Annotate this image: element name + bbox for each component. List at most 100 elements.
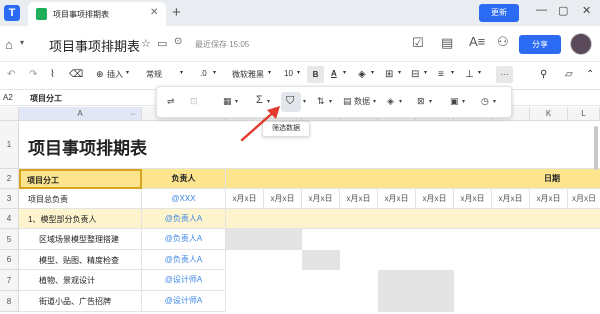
format-painter-icon[interactable]: ⌇ <box>50 69 55 80</box>
chevron-down-icon[interactable]: ▾ <box>329 98 332 105</box>
document-tab[interactable]: 项目事项排期表 ✕ <box>28 2 166 26</box>
chevron-up-icon[interactable]: ⌃ <box>586 69 594 80</box>
border-icon[interactable]: ⊞ <box>385 69 393 80</box>
row-header-3[interactable]: 3 <box>0 189 19 209</box>
comment-icon[interactable]: ▤ <box>441 35 453 51</box>
row-header-5[interactable]: 5 <box>0 229 19 250</box>
date-cell[interactable]: x月x日 <box>264 189 302 209</box>
owner-mention[interactable]: @负责人A <box>142 209 226 229</box>
table-cell[interactable]: 模型、贴图、精度检查 <box>19 250 142 270</box>
owner-mention[interactable]: @设计师A <box>142 270 226 291</box>
tab-close-icon[interactable]: ✕ <box>150 7 158 18</box>
validation-icon[interactable]: ◈ <box>387 96 394 107</box>
chevron-down-icon[interactable]: ▾ <box>478 69 481 76</box>
date-cell[interactable]: x月x日 <box>340 189 378 209</box>
page-title[interactable]: 项目事项排期表 <box>49 36 140 55</box>
chevron-down-icon[interactable]: ▾ <box>462 98 465 105</box>
font-color-button[interactable]: A <box>331 69 337 78</box>
sort-icon[interactable]: ⇅ <box>317 96 325 107</box>
chevron-down-icon[interactable]: ▾ <box>297 69 300 76</box>
share-button[interactable]: 分享 <box>519 35 561 54</box>
date-cell[interactable]: x月x日 <box>378 189 416 209</box>
bold-button[interactable]: B <box>307 66 324 83</box>
chevron-down-icon[interactable]: ▾ <box>373 98 376 105</box>
text-style-icon[interactable]: A≡ <box>469 34 485 49</box>
column-header-a[interactable]: A ⇔ <box>19 107 142 121</box>
decimal-button[interactable]: .0 <box>200 69 207 78</box>
update-button[interactable]: 更新 <box>479 4 519 22</box>
column-menu-icon[interactable]: ⇔ <box>129 107 137 121</box>
row-header-4[interactable]: 4 <box>0 209 19 229</box>
more-button[interactable]: ··· <box>496 66 513 83</box>
cell-reference[interactable]: A2 <box>3 93 13 102</box>
owner-mention[interactable]: @负责人A <box>142 229 226 250</box>
column-header-k[interactable]: K <box>530 107 568 121</box>
number-format-select[interactable]: 常规 <box>146 69 162 80</box>
date-cell[interactable]: x月x日 <box>530 189 568 209</box>
wrap-text-icon[interactable]: ⇌ <box>167 96 175 107</box>
date-cell[interactable]: x月x日 <box>226 189 264 209</box>
chevron-down-icon[interactable]: ▾ <box>429 98 432 105</box>
header-cell-owner[interactable]: 负责人 <box>142 169 226 189</box>
fill-color-icon[interactable]: ◈ <box>358 69 366 80</box>
close-window-button[interactable]: ✕ <box>582 4 591 17</box>
chevron-down-icon[interactable]: ▾ <box>493 98 496 105</box>
image-icon[interactable]: ▣ <box>450 96 459 107</box>
protect-icon[interactable]: ⊠ <box>417 96 425 107</box>
add-user-icon[interactable]: ⚇ <box>497 34 509 50</box>
chevron-down-icon[interactable]: ▾ <box>399 98 402 105</box>
vertical-scrollbar[interactable] <box>594 126 598 170</box>
task-check-icon[interactable]: ☑ <box>412 35 424 51</box>
formula-value[interactable]: 项目分工 <box>30 93 62 104</box>
chevron-down-icon[interactable]: ▾ <box>303 98 306 105</box>
maximize-button[interactable]: ▢ <box>558 4 568 17</box>
font-size-select[interactable]: 10 <box>284 69 293 78</box>
chevron-down-icon[interactable]: ▾ <box>126 69 129 76</box>
filter-button[interactable]: ⛉ <box>281 92 301 112</box>
date-cell[interactable]: x月x日 <box>492 189 530 209</box>
owner-mention[interactable]: @XXX <box>142 189 226 209</box>
header-cell-date[interactable]: 日期 <box>226 169 600 189</box>
chevron-down-icon[interactable]: ▾ <box>213 69 216 76</box>
star-icon[interactable]: ☆ <box>141 37 151 50</box>
data-icon[interactable]: ▤ <box>343 96 352 107</box>
align-left-icon[interactable]: ≡ <box>438 69 444 80</box>
gantt-bar-cell[interactable] <box>226 229 264 250</box>
header-cell-project[interactable]: 项目分工 <box>19 169 142 189</box>
avatar[interactable] <box>570 33 592 55</box>
row-header-1[interactable]: 1 <box>0 121 19 169</box>
owner-mention[interactable]: @负责人A <box>142 250 226 270</box>
owner-mention[interactable]: @设计师A <box>142 291 226 312</box>
select-all-corner[interactable] <box>0 107 19 121</box>
gantt-bar-cell[interactable] <box>416 291 454 312</box>
table-cell[interactable]: 街道小品、广告招牌 <box>19 291 142 312</box>
merge-cells-icon[interactable]: ⊟ <box>411 69 419 80</box>
chevron-down-icon[interactable]: ▾ <box>451 69 454 76</box>
table-style-icon[interactable]: ▦ <box>223 96 232 107</box>
chevron-down-icon[interactable]: ▾ <box>20 38 24 47</box>
data-menu-button[interactable]: 数据 <box>354 96 370 107</box>
row-header-7[interactable]: 7 <box>0 270 19 291</box>
font-family-select[interactable]: 微软雅黑 <box>232 69 264 80</box>
table-cell[interactable] <box>226 209 600 229</box>
chevron-down-icon[interactable]: ▾ <box>268 69 271 76</box>
freeze-icon[interactable]: ⊡ <box>190 96 198 107</box>
insert-button[interactable]: 插入 <box>107 69 123 80</box>
comment-bubble-icon[interactable]: ▱ <box>565 69 573 80</box>
chevron-down-icon[interactable]: ▾ <box>180 69 183 76</box>
row-header-6[interactable]: 6 <box>0 250 19 270</box>
column-header-l[interactable]: L <box>568 107 600 121</box>
chevron-down-icon[interactable]: ▾ <box>343 69 346 76</box>
undo-icon[interactable]: ↶ <box>7 69 15 80</box>
insert-icon[interactable]: ⊕ <box>96 69 104 80</box>
table-cell[interactable]: 区域场景模型整理搭建 <box>19 229 142 250</box>
gantt-bar-cell[interactable] <box>378 291 416 312</box>
minimize-button[interactable]: — <box>536 4 547 16</box>
new-tab-button[interactable]: + <box>172 4 181 21</box>
home-icon[interactable]: ⌂ <box>5 37 13 52</box>
table-cell[interactable]: 植物、景观设计 <box>19 270 142 291</box>
chart-icon[interactable]: ◷ <box>481 96 489 107</box>
date-cell[interactable]: x月x日 <box>416 189 454 209</box>
chevron-down-icon[interactable]: ▾ <box>371 69 374 76</box>
move-icon[interactable]: ▭ <box>157 37 167 50</box>
